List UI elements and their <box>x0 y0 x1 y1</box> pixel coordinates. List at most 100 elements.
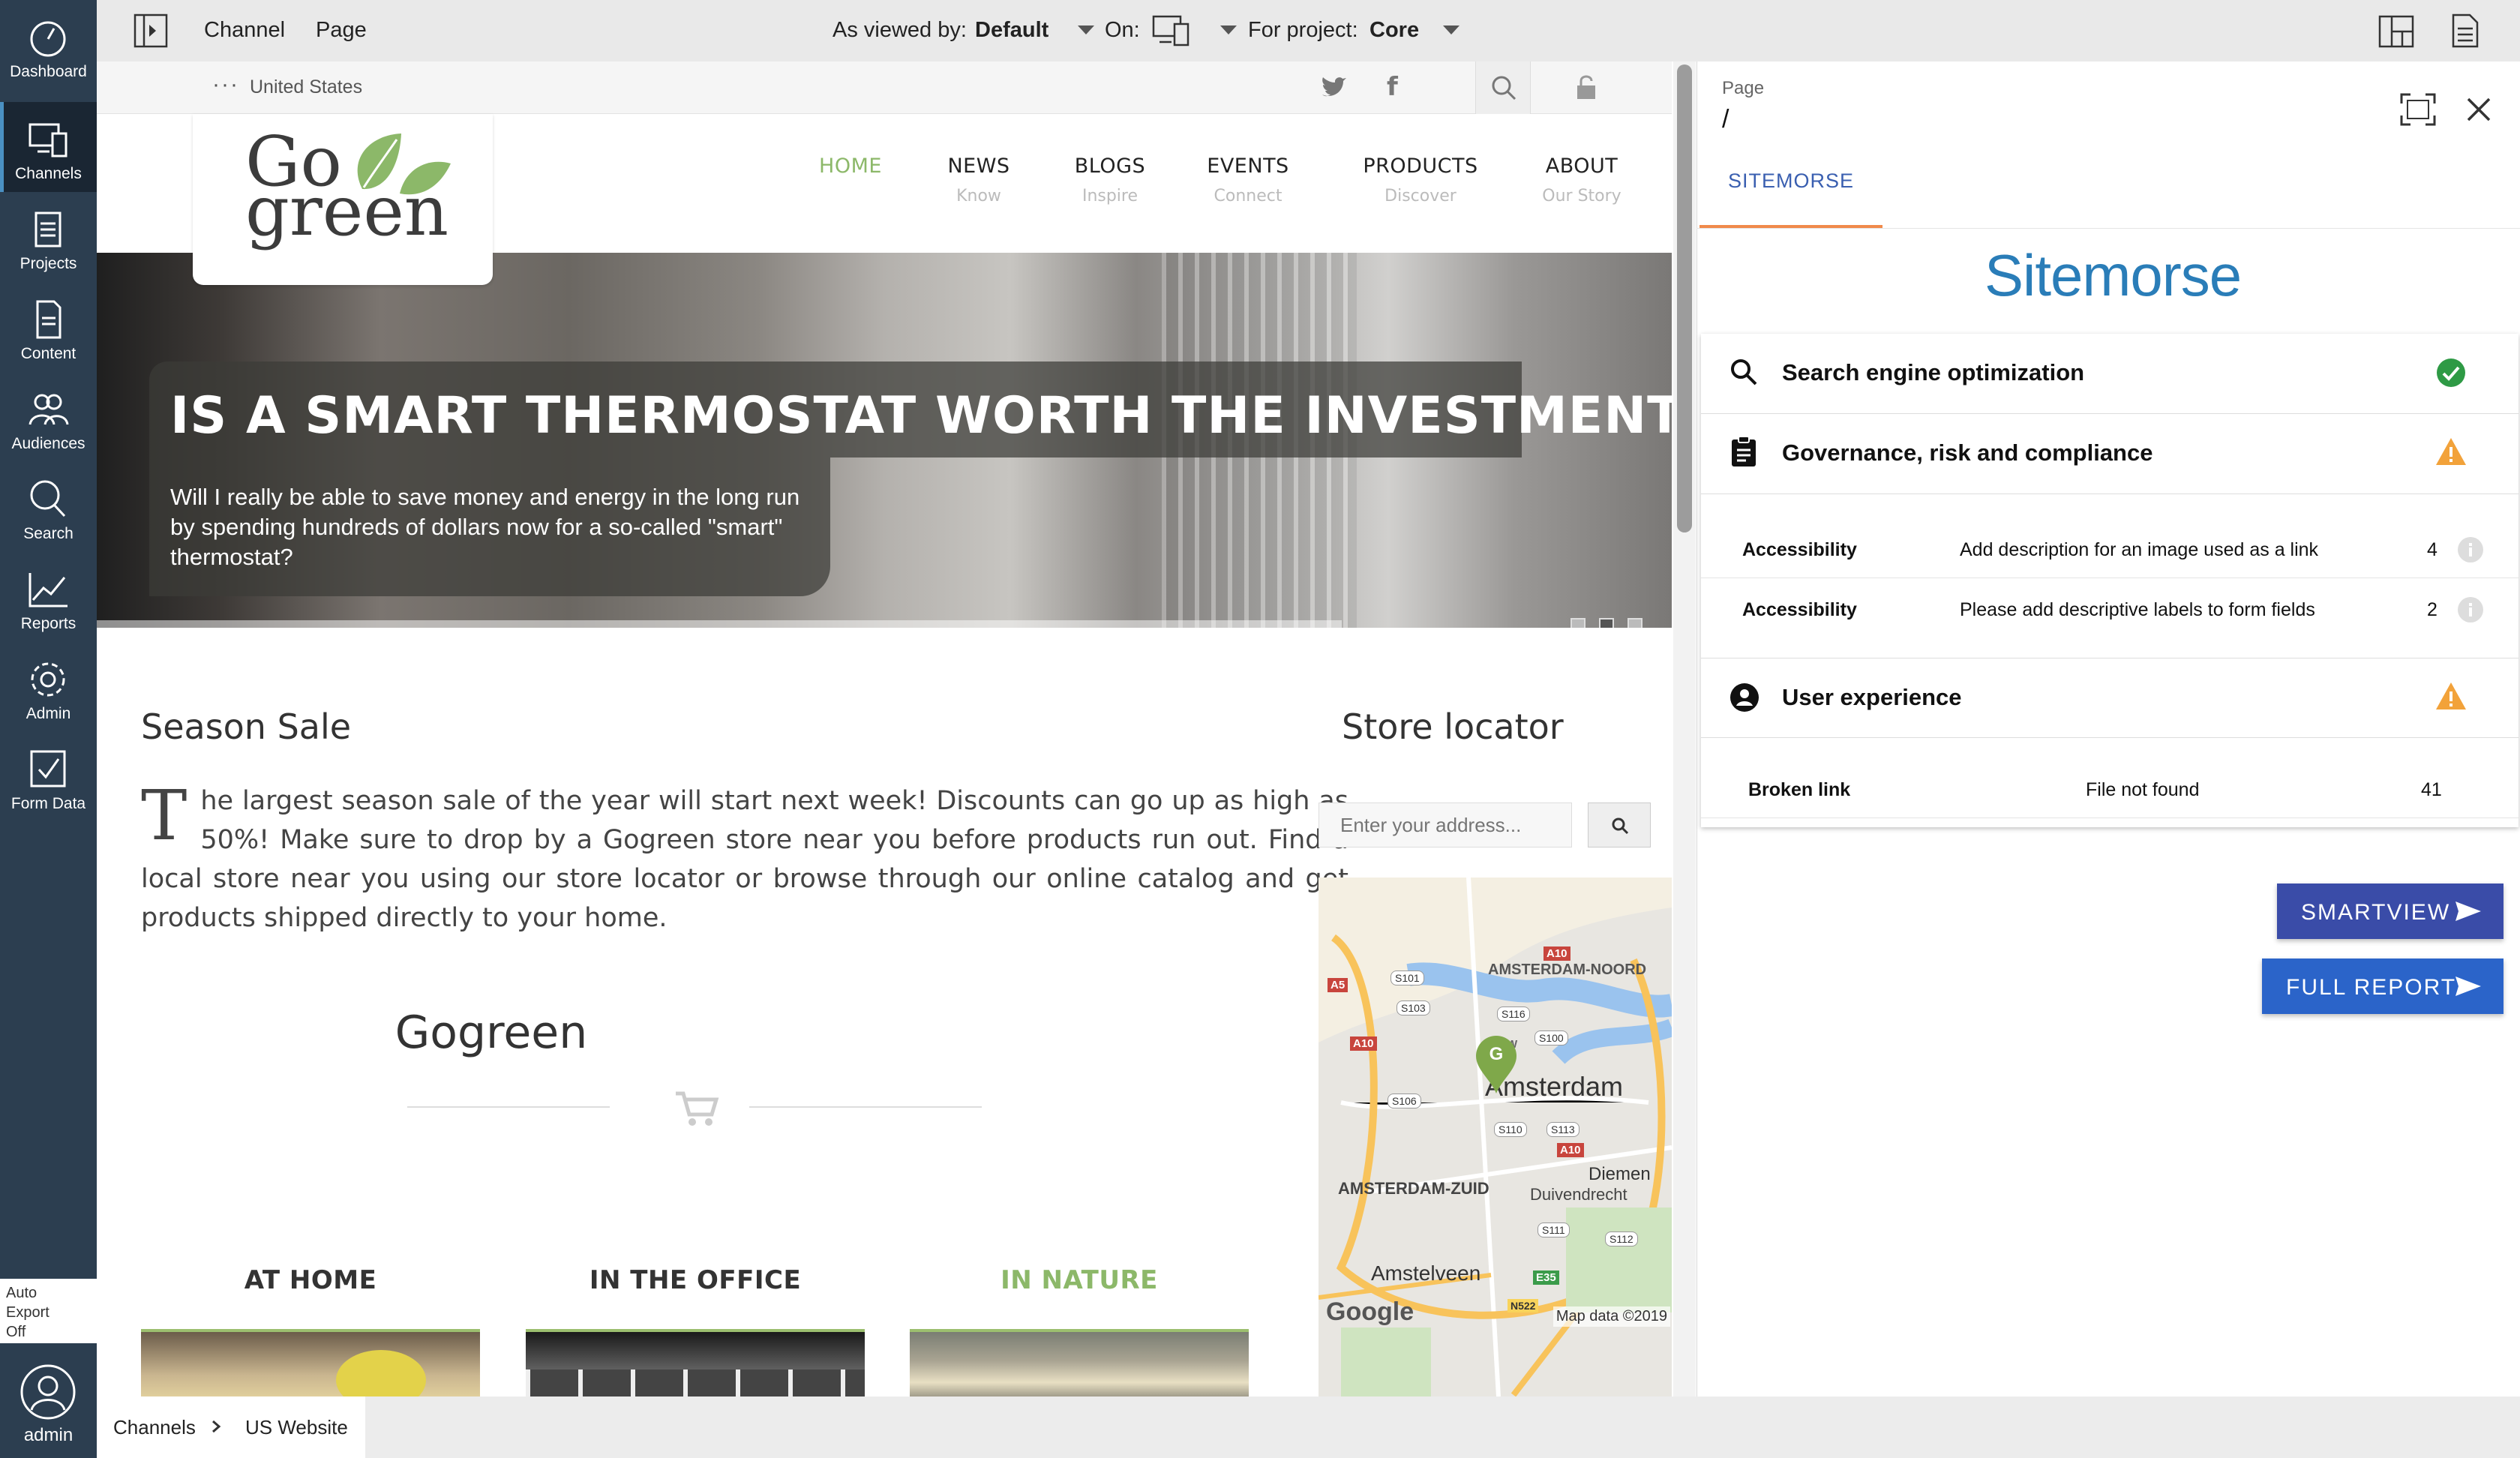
section-title: User experience <box>1782 684 1962 710</box>
map-label-diemen: Diemen <box>1588 1164 1651 1184</box>
site-nav-news[interactable]: NEWS Know <box>934 154 1024 206</box>
site-logo[interactable]: Go green <box>193 114 493 285</box>
auto-export-line: Export <box>6 1304 50 1321</box>
address-input[interactable] <box>1318 802 1572 848</box>
nav-form-data[interactable]: Form Data <box>0 732 97 822</box>
viewed-by-value[interactable]: Default <box>975 18 1048 43</box>
channels-icon <box>28 123 68 158</box>
category-in-the-office[interactable]: IN THE OFFICE <box>526 1265 865 1295</box>
viewed-by-dropdown-icon[interactable] <box>1078 26 1094 36</box>
smartview-label: SMARTVIEW <box>2301 900 2451 925</box>
breadcrumb-channels[interactable]: Channels <box>113 1416 196 1439</box>
facebook-icon[interactable]: f <box>1387 72 1398 102</box>
dashboard-icon <box>30 21 66 57</box>
viewed-by-label: As viewed by: <box>832 18 967 42</box>
map-road-s113: S113 <box>1546 1122 1580 1137</box>
nav-audiences[interactable]: Audiences <box>0 372 97 462</box>
issue-row[interactable]: Broken link File not found 41 <box>1701 758 2518 818</box>
search-icon <box>1731 359 1757 386</box>
top-toolbar: Channel Page As viewed by: Default On: F… <box>97 0 2520 62</box>
project-label: For project: <box>1248 18 1358 42</box>
section-title: Search engine optimization <box>1782 359 2085 386</box>
site-nav-events[interactable]: EVENTS Connect <box>1192 154 1304 206</box>
more-menu-icon[interactable]: ··· <box>212 72 239 98</box>
nav-channels[interactable]: Channels <box>0 102 97 192</box>
category-in-nature[interactable]: IN NATURE <box>910 1265 1249 1295</box>
nav-reports[interactable]: Reports <box>0 552 97 642</box>
map-road-s116: S116 <box>1497 1006 1530 1022</box>
nav-admin[interactable]: Admin <box>0 642 97 732</box>
channel-menu[interactable]: Channel <box>204 18 285 43</box>
info-icon[interactable] <box>2457 536 2484 563</box>
map-road-e35: E35 <box>1533 1270 1559 1285</box>
nav-content[interactable]: Content <box>0 282 97 372</box>
device-icon[interactable] <box>1152 15 1191 46</box>
smartview-button[interactable]: SMARTVIEW <box>2277 884 2504 939</box>
gogreen-heading: Gogreen <box>394 1006 588 1059</box>
issue-row[interactable]: Accessibility Please add descriptive lab… <box>1701 578 2518 638</box>
hero-title[interactable]: IS A SMART THERMOSTAT WORTH THE INVESTME… <box>170 386 1672 446</box>
close-icon[interactable] <box>2465 96 2492 123</box>
hero-carousel[interactable]: IS A SMART THERMOSTAT WORTH THE INVESTME… <box>97 253 1672 628</box>
toggle-sidebar-icon[interactable] <box>134 14 168 48</box>
maximize-icon[interactable] <box>2400 93 2436 126</box>
issue-row[interactable]: Accessibility Add description for an ima… <box>1701 518 2518 578</box>
nav-dashboard[interactable]: Dashboard <box>0 0 97 90</box>
layout-view-icon[interactable] <box>2378 15 2414 48</box>
site-nav-label: NEWS <box>947 154 1010 178</box>
site-nav-label: HOME <box>819 154 882 178</box>
issue-count: 41 <box>2421 779 2442 800</box>
section-governance[interactable]: Governance, risk and compliance <box>1701 414 2518 494</box>
tab-sitemorse[interactable]: SITEMORSE <box>1701 170 1881 193</box>
user-menu[interactable]: admin <box>0 1350 97 1458</box>
info-icon[interactable] <box>2457 596 2484 623</box>
full-report-button[interactable]: FULL REPORT <box>2262 958 2504 1014</box>
carousel-dot-3[interactable] <box>1628 618 1642 628</box>
twitter-icon[interactable] <box>1321 76 1346 99</box>
section-user-experience[interactable]: User experience <box>1701 658 2518 738</box>
site-nav-about[interactable]: ABOUT Our Story <box>1514 154 1649 206</box>
in-nature-thumbnail[interactable] <box>910 1329 1249 1396</box>
nav-search[interactable]: Search <box>0 462 97 552</box>
device-dropdown-icon[interactable] <box>1220 26 1237 36</box>
project-dropdown-icon[interactable] <box>1443 26 1460 36</box>
site-nav-sub: Discover <box>1384 187 1456 206</box>
map-road-n522: N522 <box>1508 1299 1539 1312</box>
lock-icon[interactable] <box>1575 74 1598 100</box>
map-road-s101: S101 <box>1390 970 1424 986</box>
check-circle-icon <box>2437 358 2465 387</box>
site-nav-products[interactable]: PRODUCTS Discover <box>1342 154 1499 206</box>
carousel-dot-2[interactable] <box>1599 618 1614 628</box>
at-home-thumbnail[interactable] <box>141 1329 480 1396</box>
carousel-dot-1[interactable] <box>1570 618 1586 628</box>
page-document-icon[interactable] <box>2452 14 2479 48</box>
nav-label: Dashboard <box>10 63 87 80</box>
project-value[interactable]: Core <box>1370 18 1419 43</box>
auto-export-status[interactable]: Auto Export Off <box>0 1279 97 1343</box>
map-road-s106: S106 <box>1388 1094 1421 1108</box>
sitemorse-brand-logo: Sitemorse <box>1984 242 2242 308</box>
page-menu[interactable]: Page <box>316 18 367 43</box>
map-road-s111: S111 <box>1538 1222 1570 1238</box>
flowers-decor <box>336 1350 426 1396</box>
category-at-home[interactable]: AT HOME <box>141 1265 480 1295</box>
nav-label: Reports <box>20 615 76 632</box>
logo-leaf-icon <box>357 134 451 195</box>
site-nav-home[interactable]: HOME <box>809 154 892 187</box>
issue-type: Accessibility <box>1742 539 1857 560</box>
site-nav-blogs[interactable]: BLOGS Inspire <box>1061 154 1159 206</box>
region-selector[interactable]: United States <box>250 76 362 98</box>
address-search-button[interactable] <box>1588 802 1651 848</box>
divider-left <box>407 1106 610 1108</box>
auto-export-line: Auto <box>6 1285 38 1301</box>
store-map[interactable]: DE W Amsterdam AMSTERDAM-NOORD AMSTERDAM… <box>1318 878 1672 1396</box>
nav-projects[interactable]: Projects <box>0 192 97 282</box>
username: admin <box>23 1425 74 1445</box>
hero-progress-bar <box>97 620 1342 628</box>
nav-label: Content <box>20 345 76 362</box>
site-search-button[interactable] <box>1475 62 1531 114</box>
in-the-office-thumbnail[interactable] <box>526 1329 865 1396</box>
section-seo[interactable]: Search engine optimization <box>1701 334 2518 414</box>
nav-label: Channels <box>15 165 82 182</box>
preview-scrollbar-thumb[interactable] <box>1677 64 1692 532</box>
